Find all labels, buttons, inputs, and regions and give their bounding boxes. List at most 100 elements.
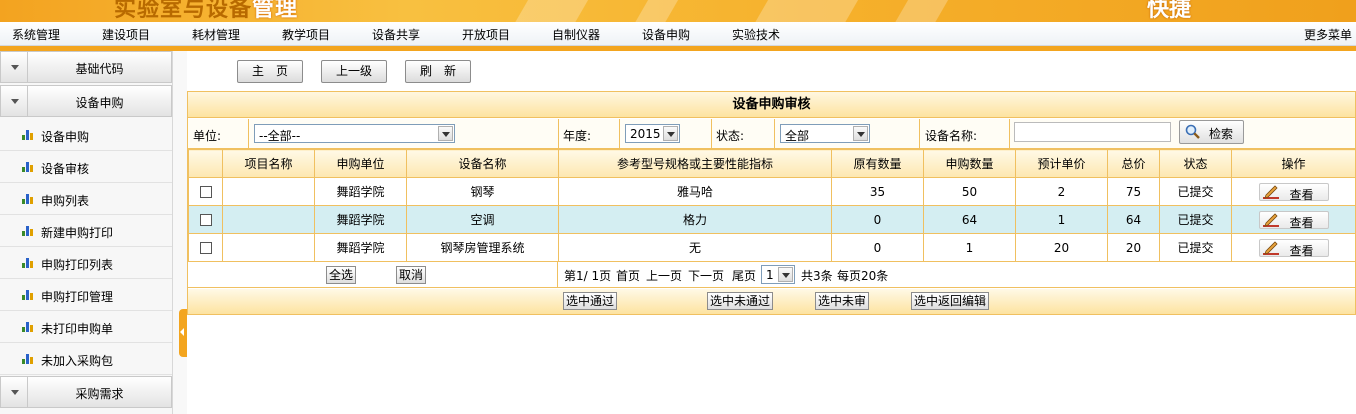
cell-unit: 舞蹈学院 (314, 205, 407, 234)
menu-item-teaching[interactable]: 教学项目 (282, 26, 330, 43)
menu-item-sharing[interactable]: 设备共享 (372, 26, 420, 43)
cancel-selection-button[interactable]: 取消 (396, 266, 427, 284)
refresh-button[interactable]: 刷 新 (405, 60, 471, 83)
chevron-down-icon (778, 267, 793, 282)
home-button[interactable]: 主 页 (237, 60, 303, 83)
sidebar-item-unprinted[interactable]: 未打印申购单 (0, 311, 172, 343)
return-to-edit-button[interactable]: 选中返回编辑 (911, 292, 990, 310)
sidebar-group-label: 设备申购 (75, 96, 124, 110)
chevron-down-icon (1, 86, 28, 116)
bar-chart-icon (22, 354, 34, 364)
sidebar-item-print-manage[interactable]: 申购打印管理 (0, 279, 172, 311)
sidebar-item-label: 设备申购 (41, 130, 90, 144)
view-button[interactable]: 查看 (1258, 182, 1329, 202)
sidebar-toggle-strip (173, 51, 187, 414)
cell-original-qty: 35 (831, 177, 924, 206)
up-level-button[interactable]: 上一级 (321, 60, 387, 83)
column-header-select (188, 149, 223, 178)
prev-page-link[interactable]: 上一页 (646, 267, 682, 284)
chevron-down-icon (663, 126, 678, 141)
menu-item-self-made[interactable]: 自制仪器 (552, 26, 600, 43)
bar-chart-icon (22, 258, 34, 268)
unit-select[interactable]: --全部-- (254, 124, 455, 143)
app-title: 实验室与设备管理 (114, 0, 298, 22)
status-label: 状态: (716, 129, 745, 143)
cell-project (222, 177, 315, 206)
shortcut-title: 快捷 (1147, 0, 1192, 22)
divider (619, 119, 620, 148)
sidebar-item-purchase-list[interactable]: 申购列表 (0, 183, 172, 215)
menu-item-tech[interactable]: 实验技术 (732, 26, 780, 43)
column-header-action: 操作 (1231, 149, 1356, 178)
menu-item-consumables[interactable]: 耗材管理 (192, 26, 240, 43)
menu-item-construction[interactable]: 建设项目 (102, 26, 150, 43)
year-label: 年度: (563, 129, 592, 143)
first-page-link[interactable]: 首页 (616, 267, 640, 284)
sidebar-item-label: 申购打印列表 (41, 258, 114, 272)
sidebar-group-purchase[interactable]: 设备申购 (0, 85, 172, 117)
banner-decoration (888, 0, 952, 22)
cell-purchase-qty: 64 (923, 205, 1016, 234)
last-page-link[interactable]: 尾页 (732, 267, 756, 284)
divider (711, 119, 712, 148)
menu-item-system[interactable]: 系统管理 (12, 26, 60, 43)
status-select[interactable]: 全部 (780, 124, 870, 143)
year-select[interactable]: 2015 (625, 124, 680, 143)
sidebar-item-not-in-package[interactable]: 未加入采购包 (0, 343, 172, 375)
cell-total: 64 (1107, 205, 1160, 234)
collapse-sidebar-handle[interactable] (179, 309, 187, 357)
cell-device-name: 钢琴房管理系统 (406, 233, 559, 262)
unreview-selected-button[interactable]: 选中未审 (815, 292, 870, 310)
status-select-value: 全部 (785, 129, 810, 143)
sidebar-item-label: 未加入采购包 (41, 354, 114, 368)
next-page-link[interactable]: 下一页 (688, 267, 724, 284)
sidebar-group-basic-codes[interactable]: 基础代码 (0, 51, 172, 83)
sidebar-item-print-list[interactable]: 申购打印列表 (0, 247, 172, 279)
column-header-unit-price: 预计单价 (1015, 149, 1108, 178)
bar-chart-icon (22, 130, 34, 140)
view-button-label: 查看 (1289, 243, 1314, 258)
menu-item-open-projects[interactable]: 开放项目 (462, 26, 510, 43)
cell-device-name: 钢琴 (406, 177, 559, 206)
cell-status: 已提交 (1159, 205, 1232, 234)
top-menu-bar: 系统管理 建设项目 耗材管理 教学项目 设备共享 开放项目 自制仪器 设备申购 … (0, 22, 1356, 46)
sidebar-group-label: 基础代码 (75, 62, 124, 76)
page-select-value: 1 (766, 268, 774, 282)
chevron-down-icon (438, 126, 453, 141)
edit-pencil-icon (1262, 184, 1279, 199)
column-header-spec: 参考型号规格或主要性能指标 (558, 149, 832, 178)
column-header-unit: 申购单位 (314, 149, 407, 178)
sidebar-item-purchase[interactable]: 设备申购 (0, 119, 172, 151)
chevron-down-icon (853, 126, 868, 141)
cell-unit: 舞蹈学院 (314, 233, 407, 262)
approve-selected-button[interactable]: 选中通过 (563, 292, 618, 310)
view-button[interactable]: 查看 (1258, 238, 1329, 258)
row-checkbox[interactable] (199, 186, 212, 198)
page-info: 第1/ 1页 (564, 269, 612, 283)
banner-decoration (628, 0, 682, 22)
sidebar-group-procurement[interactable]: 采购需求 (0, 376, 172, 408)
menu-item-purchase[interactable]: 设备申购 (642, 26, 690, 43)
view-button[interactable]: 查看 (1258, 210, 1329, 230)
sidebar-item-label: 申购列表 (41, 194, 90, 208)
row-select-cell (188, 205, 223, 234)
row-checkbox[interactable] (199, 242, 212, 254)
device-name-input[interactable] (1014, 122, 1171, 142)
divider (1009, 119, 1010, 148)
search-button[interactable]: 检索 (1179, 120, 1244, 144)
column-header-total: 总价 (1107, 149, 1160, 178)
sidebar-item-review[interactable]: 设备审核 (0, 151, 172, 183)
divider (774, 119, 775, 148)
select-all-button[interactable]: 全选 (326, 266, 357, 284)
row-checkbox[interactable] (199, 214, 212, 226)
unit-select-value: --全部-- (259, 129, 301, 143)
banner-decoration (508, 0, 592, 22)
table-row: 舞蹈学院 空调 格力 0 64 1 64 已提交 查看 (188, 205, 1356, 234)
reject-selected-button[interactable]: 选中未通过 (707, 292, 774, 310)
sidebar-item-new-print[interactable]: 新建申购打印 (0, 215, 172, 247)
divider (919, 119, 920, 148)
sidebar-item-label: 新建申购打印 (41, 226, 114, 240)
page-select[interactable]: 1 (761, 265, 795, 284)
menu-more[interactable]: 更多菜单 (1304, 26, 1352, 43)
edit-pencil-icon (1262, 212, 1279, 227)
